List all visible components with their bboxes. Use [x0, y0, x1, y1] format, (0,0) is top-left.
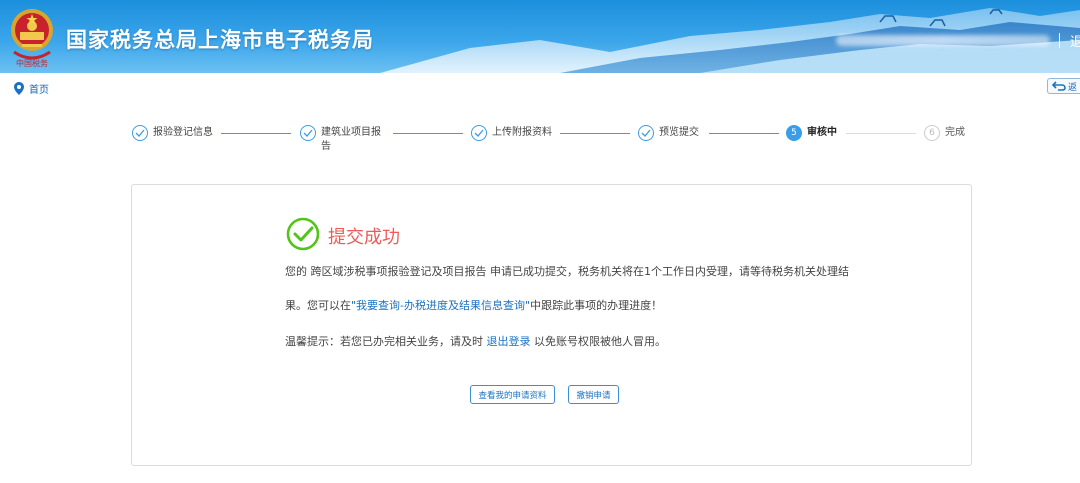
result-message-line2: 果。您可以在"我要查询-办税进度及结果信息查询"中跟踪此事项的办理进度！ [285, 297, 662, 313]
breadcrumb: 首页 [14, 81, 49, 96]
blurred-user-info [836, 35, 1050, 46]
message-text: 中跟踪此事项的办理进度！ [530, 299, 663, 312]
step-label: 预览提交 [659, 127, 699, 138]
site-title: 国家税务总局上海市电子税务局 [66, 28, 374, 52]
breadcrumb-home-link[interactable]: 首页 [29, 81, 49, 96]
return-arrow-icon [1052, 81, 1066, 91]
back-button-label: 返 [1068, 82, 1078, 93]
svg-text:中国税务: 中国税务 [16, 58, 48, 68]
result-card [131, 184, 972, 466]
logout-link[interactable]: 退 [1070, 31, 1080, 50]
step-connector [393, 133, 463, 134]
view-application-button[interactable]: 查看我的申请资料 [470, 385, 555, 404]
step-label: 完成 [945, 127, 965, 138]
step-number: 5 [786, 125, 802, 141]
step-check-icon [471, 125, 487, 141]
step-connector [560, 133, 630, 134]
success-check-icon [286, 217, 320, 251]
location-pin-icon [14, 81, 24, 95]
step-check-icon [300, 125, 316, 141]
step-connector [846, 133, 916, 134]
header-divider [1059, 33, 1060, 48]
tip-text: 以免账号权限被他人冒用。 [530, 335, 666, 348]
step-number: 6 [924, 125, 940, 141]
step-3: 上传附报资料 [471, 125, 552, 141]
step-connector [709, 133, 779, 134]
step-check-icon [132, 125, 148, 141]
query-progress-link[interactable]: "我要查询-办税进度及结果信息查询" [351, 299, 530, 312]
step-label: 建筑业项目报告 [321, 127, 381, 152]
message-text: 果。您可以在 [285, 299, 351, 312]
step-check-icon [638, 125, 654, 141]
step-2: 建筑业项目报告 [300, 125, 385, 154]
logout-link[interactable]: 退出登录 [487, 335, 531, 348]
tip-text: 温馨提示：若您已办完相关业务，请及时 [285, 335, 487, 348]
step-5: 5 审核中 [786, 125, 837, 141]
step-label: 上传附报资料 [492, 127, 552, 138]
step-6: 6 完成 [924, 125, 965, 141]
step-label: 审核中 [807, 127, 837, 138]
back-button[interactable]: 返 [1047, 78, 1080, 94]
site-header: 中国税务 国家税务总局上海市电子税务局 退 [0, 0, 1080, 73]
step-1: 报验登记信息 [132, 125, 213, 141]
step-label: 报验登记信息 [153, 127, 213, 138]
result-message-line1: 您的 跨区域涉税事项报验登记及项目报告 申请已成功提交，税务机关将在1个工作日内… [285, 265, 849, 278]
tax-emblem-logo: 中国税务 [11, 9, 53, 68]
revoke-application-button[interactable]: 撤销申请 [568, 385, 619, 404]
warm-tip: 温馨提示：若您已办完相关业务，请及时 退出登录 以免账号权限被他人冒用。 [285, 333, 666, 349]
success-title: 提交成功 [328, 227, 400, 248]
step-4: 预览提交 [638, 125, 699, 141]
step-connector [221, 133, 291, 134]
